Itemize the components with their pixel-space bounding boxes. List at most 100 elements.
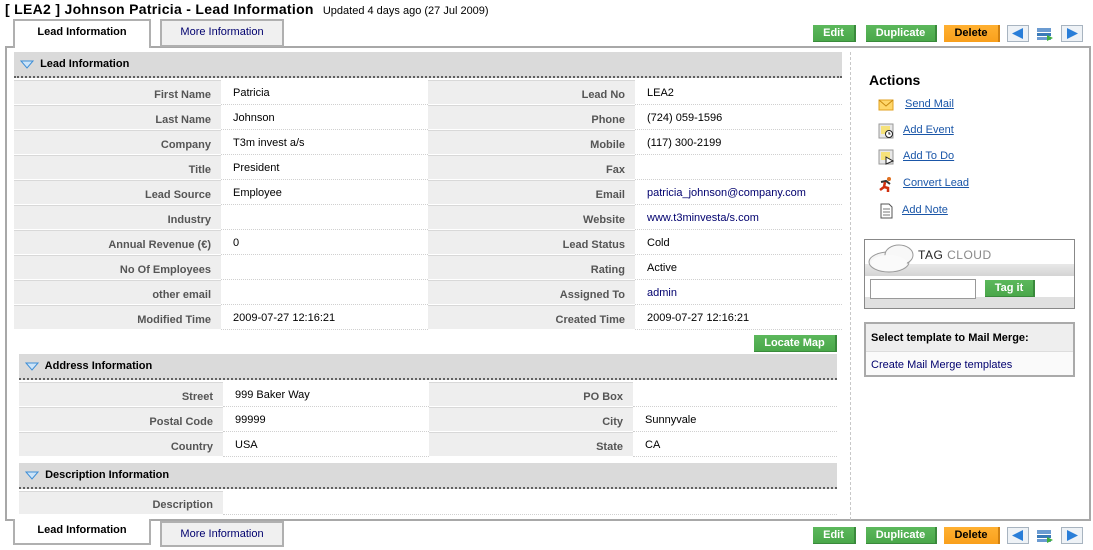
field-row-created-time: Created Time 2009-07-27 12:16:21 xyxy=(428,305,842,330)
mail-merge-panel: Select template to Mail Merge: Create Ma… xyxy=(864,322,1075,377)
action-link[interactable]: Send Mail xyxy=(905,98,954,110)
field-row-mobile: Mobile (117) 300-2199 xyxy=(428,130,842,155)
tag-cloud-title: TAG CLOUD xyxy=(918,248,992,262)
tag-it-button[interactable]: Tag it xyxy=(985,280,1035,297)
previous-record-button[interactable] xyxy=(1007,25,1029,42)
updated-text: Updated 4 days ago (27 Jul 2009) xyxy=(322,5,489,17)
field-label: First Name xyxy=(14,80,221,105)
field-row-website: Website www.t3minvesta/s.com xyxy=(428,205,842,230)
field-row-title: Title President xyxy=(14,155,428,180)
mail-merge-header: Select template to Mail Merge: xyxy=(866,324,1073,352)
section-header-address-information[interactable]: Address Information xyxy=(19,354,837,380)
section-header-description-information[interactable]: Description Information xyxy=(19,463,837,489)
field-row-postal-code: Postal Code 99999 xyxy=(19,407,429,432)
field-row-lead-status: Lead Status Cold xyxy=(428,230,842,255)
field-value-industry xyxy=(221,205,428,230)
action-link[interactable]: Add Note xyxy=(902,204,948,216)
tab-more-information[interactable]: More Information xyxy=(160,19,284,47)
tag-cloud-title-cloud: CLOUD xyxy=(947,248,992,262)
field-value-modified-time: 2009-07-27 12:16:21 xyxy=(221,305,428,330)
field-value-lead-status: Cold xyxy=(635,230,842,255)
field-value-last-name: Johnson xyxy=(221,105,428,130)
field-row-po-box: PO Box xyxy=(429,382,837,407)
right-arrow-icon xyxy=(1067,530,1078,541)
field-value-annual-revenue: 0 xyxy=(221,230,428,255)
delete-button-bottom[interactable]: Delete xyxy=(944,527,1000,544)
field-label: Lead Source xyxy=(14,180,221,205)
edit-button-bottom[interactable]: Edit xyxy=(813,527,856,544)
right-arrow-icon xyxy=(1067,28,1078,39)
field-label: Postal Code xyxy=(19,407,223,432)
field-row-state: State CA xyxy=(429,432,837,457)
field-row-industry: Industry xyxy=(14,205,428,230)
field-row-country: Country USA xyxy=(19,432,429,457)
field-label: Company xyxy=(14,130,221,155)
tab-lead-information-bottom[interactable]: Lead Information xyxy=(13,519,151,545)
section-title: Lead Information xyxy=(40,58,130,70)
field-row-phone: Phone (724) 059-1596 xyxy=(428,105,842,130)
field-row-rating: Rating Active xyxy=(428,255,842,280)
action-link[interactable]: Add To Do xyxy=(903,150,954,162)
field-row-other-email: other email xyxy=(14,280,428,305)
next-record-button-bottom[interactable] xyxy=(1061,527,1083,544)
field-value-first-name: Patricia xyxy=(221,80,428,105)
field-value-assigned-to[interactable]: admin xyxy=(635,280,842,305)
field-value-website[interactable]: www.t3minvesta/s.com xyxy=(635,205,842,230)
locate-map-button[interactable]: Locate Map xyxy=(754,335,837,352)
tag-input[interactable] xyxy=(870,279,976,299)
calendar-todo-icon xyxy=(878,149,894,165)
action-link[interactable]: Convert Lead xyxy=(903,177,969,189)
print-button-bottom[interactable] xyxy=(1036,527,1054,544)
duplicate-button[interactable]: Duplicate xyxy=(866,25,937,42)
collapse-triangle-icon xyxy=(20,60,34,69)
collapse-triangle-icon xyxy=(25,471,39,480)
create-mail-merge-templates-link[interactable]: Create Mail Merge templates xyxy=(871,359,1012,371)
field-label: City xyxy=(429,407,633,432)
field-value-state: CA xyxy=(633,432,837,457)
field-row-company: Company T3m invest a/s xyxy=(14,130,428,155)
field-value-no-of-employees xyxy=(221,255,428,280)
tab-more-information-bottom[interactable]: More Information xyxy=(160,521,284,547)
delete-button[interactable]: Delete xyxy=(944,25,1000,42)
field-label: Rating xyxy=(428,255,635,280)
collapse-triangle-icon xyxy=(25,362,39,371)
section-header-lead-information[interactable]: Lead Information xyxy=(14,52,842,78)
field-label: Modified Time xyxy=(14,305,221,330)
field-label: Created Time xyxy=(428,305,635,330)
field-label: other email xyxy=(14,280,221,305)
field-label: Annual Revenue (€) xyxy=(14,230,221,255)
next-record-button[interactable] xyxy=(1061,25,1083,42)
field-value-title: President xyxy=(221,155,428,180)
field-value-email[interactable]: patricia_johnson@company.com xyxy=(635,180,842,205)
field-row-annual-revenue: Annual Revenue (€) 0 xyxy=(14,230,428,255)
previous-record-button-bottom[interactable] xyxy=(1007,527,1029,544)
field-label: Email xyxy=(428,180,635,205)
note-icon xyxy=(880,203,893,219)
action-link[interactable]: Add Event xyxy=(903,124,954,136)
field-value-po-box xyxy=(633,382,837,407)
edit-button[interactable]: Edit xyxy=(813,25,856,42)
field-row-street: Street 999 Baker Way xyxy=(19,382,429,407)
duplicate-button-bottom[interactable]: Duplicate xyxy=(866,527,937,544)
field-row-no-of-employees: No Of Employees xyxy=(14,255,428,280)
field-label: Description xyxy=(19,491,223,515)
tab-lead-information[interactable]: Lead Information xyxy=(13,19,151,48)
field-label: Street xyxy=(19,382,223,407)
print-button[interactable] xyxy=(1036,25,1054,42)
field-value-phone: (724) 059-1596 xyxy=(635,105,842,130)
field-label: Phone xyxy=(428,105,635,130)
field-label: Industry xyxy=(14,205,221,230)
field-row-lead-no: Lead No LEA2 xyxy=(428,80,842,105)
field-label: Website xyxy=(428,205,635,230)
field-value-created-time: 2009-07-27 12:16:21 xyxy=(635,305,842,330)
field-value-description xyxy=(223,491,837,515)
print-icon xyxy=(1037,530,1053,543)
field-row-fax: Fax xyxy=(428,155,842,180)
field-label: PO Box xyxy=(429,382,633,407)
field-label: Lead No xyxy=(428,80,635,105)
field-value-street: 999 Baker Way xyxy=(223,382,429,407)
field-value-mobile: (117) 300-2199 xyxy=(635,130,842,155)
section-title: Address Information xyxy=(44,360,153,372)
page-header: [ LEA2 ] Johnson Patricia - Lead Informa… xyxy=(5,1,489,17)
field-value-country: USA xyxy=(223,432,429,457)
